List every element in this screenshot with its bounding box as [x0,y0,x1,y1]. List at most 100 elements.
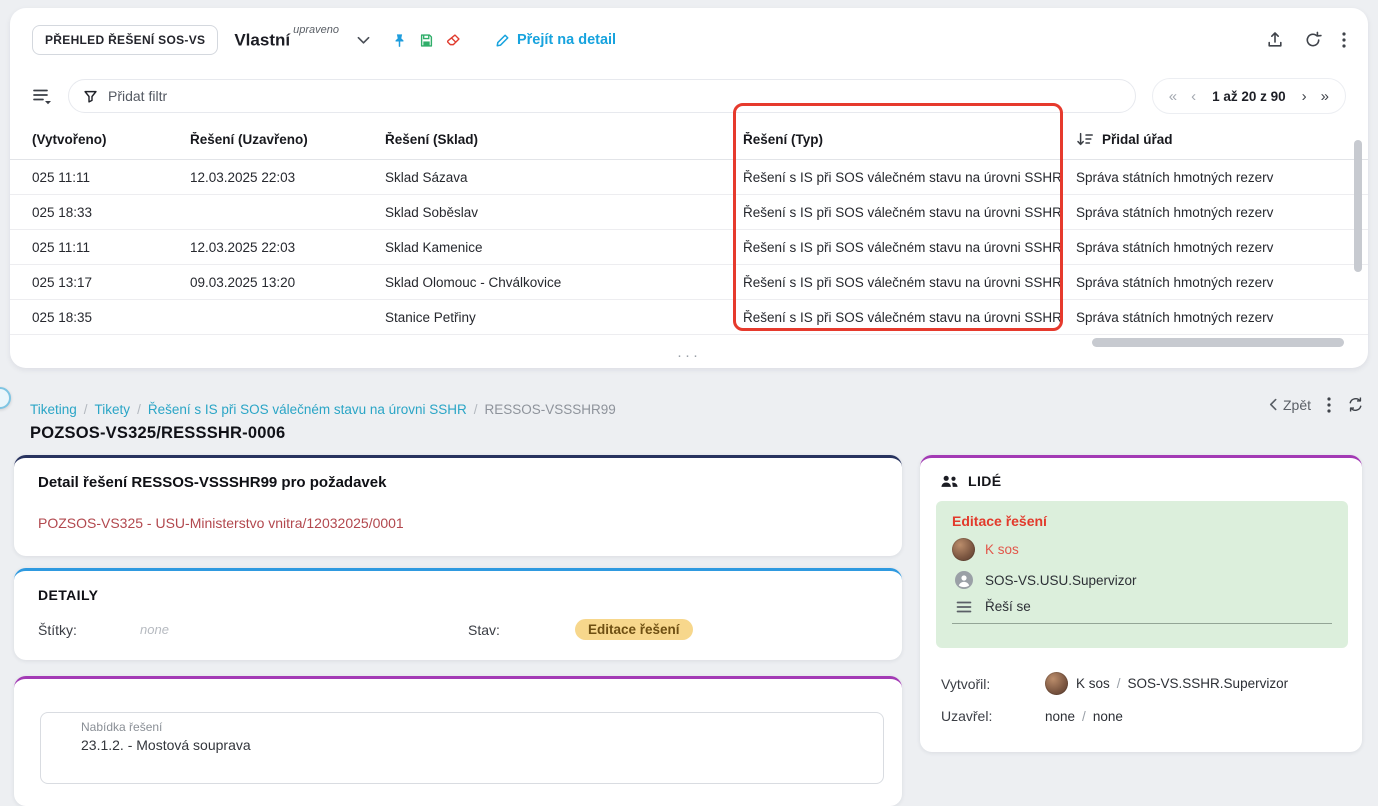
breadcrumb-link-solution-type[interactable]: Řešení s IS při SOS válečném stavu na úr… [148,402,467,417]
solutions-table: (Vytvořeno) Řešení (Uzavřeno) Řešení (Sk… [10,120,1368,335]
cell-warehouse: Sklad Soběslav [385,205,743,220]
table-row[interactable]: 025 13:17 09.03.2025 13:20 Sklad Olomouc… [10,265,1368,300]
panel-header: PŘEHLED ŘEŠENÍ SOS-VS Vlastníupraveno Př… [10,8,1368,72]
breadcrumb-separator: / [467,402,485,417]
filter-input[interactable]: Přidat filtr [68,79,1136,113]
cell-office: Správa státních hmotných rezerv [1076,275,1368,290]
sync-icon[interactable] [1347,396,1364,413]
table-row[interactable]: 025 11:11 12.03.2025 22:03 Sklad Kamenic… [10,230,1368,265]
assignee-role: SOS-VS.USU.Supervizor [985,573,1137,588]
page-title: POZSOS-VS325/RESSSHR-0006 [30,424,285,443]
assignee-state: Řeší se [985,599,1031,614]
first-page-button[interactable]: « [1163,88,1183,105]
summary-card: Detail řešení RESSOS-VSSSHR99 pro požada… [14,455,902,556]
assignment-panel: Editace řešení K sos SOS-VS.USU.Superviz… [936,501,1348,648]
breadcrumb-separator: / [130,402,148,417]
status-badge: Editace řešení [575,619,693,640]
cell-closed: 12.03.2025 22:03 [190,170,385,185]
column-header-warehouse[interactable]: Řešení (Sklad) [385,132,743,147]
cell-office: Správa státních hmotných rezerv [1076,310,1368,325]
horizontal-scrollbar[interactable] [1092,338,1344,347]
kebab-menu-icon[interactable] [1342,32,1346,48]
last-page-button[interactable]: » [1315,88,1335,105]
view-scope-label[interactable]: PŘEHLED ŘEŠENÍ SOS-VS [32,25,218,55]
assignee-row: K sos [952,538,1332,561]
breadcrumb: Tiketing / Tikety / Řešení s IS při SOS … [30,402,616,417]
prev-page-button[interactable]: ‹ [1185,88,1202,105]
column-header-closed[interactable]: Řešení (Uzavřeno) [190,132,385,147]
pin-view-icon[interactable] [392,33,407,48]
solutions-overview-panel: PŘEHLED ŘEŠENÍ SOS-VS Vlastníupraveno Př… [10,8,1368,368]
expand-handle[interactable]: ··· [10,347,1368,364]
people-icon [940,474,959,489]
cell-created: 025 18:33 [32,205,190,220]
cell-office: Správa státních hmotných rezerv [1076,240,1368,255]
table-row[interactable]: 025 11:11 12.03.2025 22:03 Sklad Sázava … [10,160,1368,195]
assignee-name-link[interactable]: K sos [985,542,1019,557]
cell-closed: 12.03.2025 22:03 [190,240,385,255]
person-circle-icon [952,570,975,590]
column-header-created[interactable]: (Vytvořeno) [32,132,190,147]
created-by-row: Vytvořil: K sos / SOS-VS.SSHR.Supervizor [920,672,1362,695]
cell-created: 025 11:11 [32,170,190,185]
details-row: Štítky: none Stav: Editace řešení [38,619,878,640]
breadcrumb-current: RESSOS-VSSSHR99 [484,402,615,417]
cell-warehouse: Stanice Petřiny [385,310,743,325]
view-name[interactable]: Vlastníupraveno [234,30,339,51]
separator: / [1117,676,1121,691]
cell-type: Řešení s IS při SOS válečném stavu na úr… [743,205,1076,220]
pencil-icon [495,33,510,48]
people-card-title: LIDÉ [968,473,1002,489]
column-header-type[interactable]: Řešení (Typ) [743,132,1076,147]
reset-view-icon[interactable] [446,33,461,48]
people-card: LIDÉ Editace řešení K sos SOS-VS.USU.Sup… [920,455,1362,752]
filter-placeholder: Přidat filtr [108,88,167,104]
request-link[interactable]: POZSOS-VS325 - USU-Ministerstvo vnitra/1… [38,515,878,531]
assignee-role-row: SOS-VS.USU.Supervizor [952,570,1332,590]
created-by-name[interactable]: K sos [1076,676,1110,691]
table-options-icon[interactable] [32,88,52,105]
chevron-left-icon [1269,398,1277,411]
table-row[interactable]: 025 18:33 Sklad Soběslav Řešení s IS při… [10,195,1368,230]
cell-warehouse: Sklad Kamenice [385,240,743,255]
back-button[interactable]: Zpět [1269,397,1311,413]
go-to-detail-link[interactable]: Přejít na detail [495,32,616,48]
cell-created: 025 13:17 [32,275,190,290]
view-name-text: Vlastní [234,30,290,49]
people-card-header: LIDÉ [920,458,1362,489]
filter-funnel-icon [83,89,98,104]
pagination: « ‹ 1 až 20 z 90 › » [1152,78,1346,114]
cell-closed: 09.03.2025 13:20 [190,275,385,290]
list-icon [952,601,975,613]
export-icon[interactable] [1266,31,1284,49]
next-page-button[interactable]: › [1296,88,1313,105]
vertical-scrollbar[interactable] [1354,140,1362,272]
created-by-label: Vytvořil: [941,676,1045,692]
closed-by-row: Uzavřel: none / none [920,708,1362,724]
offer-field[interactable]: Nabídka řešení 23.1.2. - Mostová souprav… [40,712,884,784]
view-dropdown-chevron-icon[interactable] [357,36,370,45]
column-header-office[interactable]: Přidal úřad [1076,132,1368,147]
offer-field-value: 23.1.2. - Mostová souprava [81,737,883,753]
created-by-avatar[interactable] [1045,672,1068,695]
cell-created: 025 18:35 [32,310,190,325]
side-panel-toggle[interactable] [0,387,11,409]
assignee-avatar[interactable] [952,538,975,561]
assignee-state-row: Řeší se [952,599,1332,614]
go-to-detail-label: Přejít na detail [517,32,616,48]
cell-warehouse: Sklad Sázava [385,170,743,185]
column-header-office-label: Přidal úřad [1102,132,1173,147]
detail-kebab-menu-icon[interactable] [1327,397,1331,413]
separator: / [1082,709,1086,724]
breadcrumb-separator: / [77,402,95,417]
details-card: DETAILY Štítky: none Stav: Editace řešen… [14,568,902,660]
refresh-icon[interactable] [1304,31,1322,49]
summary-title: Detail řešení RESSOS-VSSSHR99 pro požada… [38,474,878,491]
breadcrumb-link-tikety[interactable]: Tikety [95,402,131,417]
table-row[interactable]: 025 18:35 Stanice Petřiny Řešení s IS př… [10,300,1368,335]
breadcrumb-link-tiketing[interactable]: Tiketing [30,402,77,417]
state-label: Stav: [468,622,575,638]
details-title: DETAILY [38,587,878,603]
assignment-status: Editace řešení [952,513,1332,529]
save-view-icon[interactable] [419,33,434,48]
